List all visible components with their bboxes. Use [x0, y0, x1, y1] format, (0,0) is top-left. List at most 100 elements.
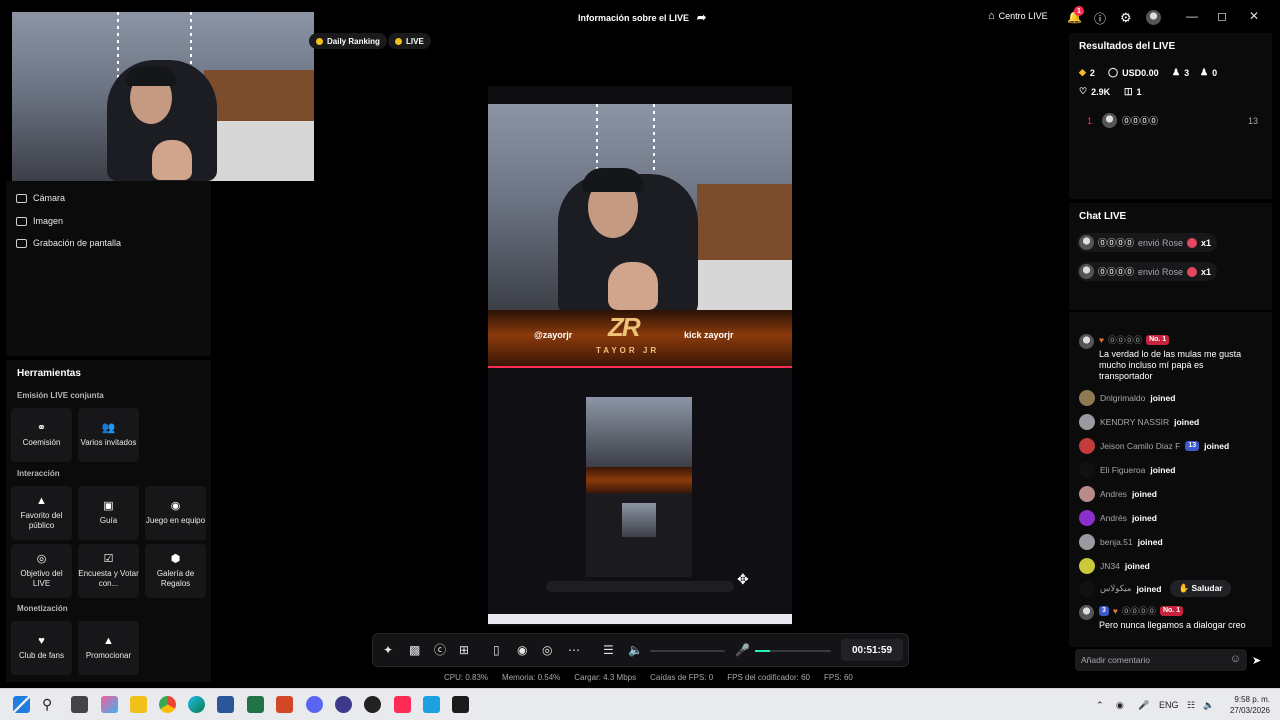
- emoji-icon[interactable]: ☺: [1230, 653, 1241, 665]
- task-view-icon[interactable]: [71, 696, 88, 713]
- epic-games-icon[interactable]: [452, 696, 469, 713]
- comment-placeholder: Añadir comentario: [1081, 655, 1150, 665]
- start-icon[interactable]: [13, 696, 30, 713]
- camera-preview[interactable]: [12, 12, 314, 181]
- copilot-icon[interactable]: [101, 696, 118, 713]
- live-timer: 00:51:59: [841, 639, 903, 661]
- chevron-up-icon[interactable]: ⌃: [1096, 700, 1104, 711]
- audio-mixer-icon[interactable]: ☰: [603, 643, 614, 657]
- page-title: Información sobre el LIVE: [578, 12, 690, 23]
- volume-icon[interactable]: 🔈: [1203, 700, 1214, 711]
- tool-guide[interactable]: ▣ Guía: [78, 486, 139, 540]
- word-icon[interactable]: [217, 696, 234, 713]
- source-screen-recording[interactable]: Grabación de pantalla: [16, 238, 121, 248]
- tool-coemision[interactable]: ⚭ Coemisión: [11, 408, 72, 462]
- gift-message[interactable]: ⓪⓪⓪⓪ envió Rose x1: [1077, 233, 1218, 252]
- tool-fan-club[interactable]: ♥ Club de fans: [11, 621, 72, 675]
- mic-volume-slider[interactable]: [755, 650, 831, 652]
- screenshot-icon[interactable]: ◎: [542, 643, 552, 657]
- phone-icon[interactable]: ▯: [493, 643, 500, 657]
- profile-avatar[interactable]: [1146, 10, 1161, 25]
- record-icon[interactable]: ◉: [517, 643, 527, 657]
- tools-title: Herramientas: [17, 368, 81, 379]
- saludar-button[interactable]: ✋ Saludar: [1170, 580, 1231, 597]
- tool-poll[interactable]: ☑ Encuesta y Votar con...: [78, 544, 139, 598]
- banner-kick: kick zayorjr: [684, 330, 734, 340]
- settings-gear-icon[interactable]: ⚙: [1120, 10, 1132, 26]
- wifi-icon[interactable]: ☷: [1187, 700, 1195, 711]
- app-icon[interactable]: [335, 696, 352, 713]
- help-icon[interactable]: ⓘ: [1094, 10, 1106, 27]
- tray-mic-icon[interactable]: 🎤: [1138, 700, 1149, 711]
- discord-icon[interactable]: [306, 696, 323, 713]
- tiktok-live-icon[interactable]: [394, 696, 411, 713]
- canvas-camera: [488, 104, 792, 310]
- edge-icon[interactable]: [188, 696, 205, 713]
- level-badge: 13: [1185, 441, 1200, 451]
- banner-logo: ZR: [608, 312, 641, 342]
- saludar-label: Saludar: [1191, 583, 1223, 593]
- live-icon: [395, 37, 402, 45]
- tool-live-goal[interactable]: ◎ Objetivo del LIVE: [11, 544, 72, 598]
- kick-label: kick: [684, 330, 702, 340]
- home-icon: ⌂: [988, 10, 995, 22]
- effects-icon[interactable]: ▩: [409, 643, 420, 657]
- gift-message[interactable]: ⓪⓪⓪⓪ envió Rose x1: [1077, 262, 1218, 281]
- banner-instagram: @zayorjr: [534, 330, 573, 340]
- pill-daily-ranking[interactable]: Daily Ranking: [309, 33, 387, 49]
- search-icon[interactable]: ⚲: [42, 696, 59, 713]
- stat-viewers: ♟ 3: [1172, 67, 1189, 78]
- join-user: ميكولاس: [1100, 583, 1132, 593]
- sources-panel: Cámara Imagen Grabación de pantalla: [6, 181, 211, 356]
- file-explorer-icon[interactable]: [130, 696, 147, 713]
- close-icon[interactable]: ✕: [1249, 9, 1259, 23]
- avatar: [1102, 113, 1117, 128]
- chrome-icon[interactable]: [159, 696, 176, 713]
- source-image[interactable]: Imagen: [16, 216, 63, 226]
- rank-badge: No. 1: [1159, 606, 1184, 616]
- pill-live[interactable]: LIVE: [388, 33, 431, 49]
- ai-icon[interactable]: ⓒ: [434, 643, 446, 657]
- share-icon[interactable]: ➦: [697, 11, 706, 24]
- top-gifter-row[interactable]: ⓪⓪⓪⓪: [1102, 113, 1158, 128]
- live-info-title[interactable]: Información sobre el LIVE ➦: [578, 11, 706, 24]
- chat-message: ♥ ⓪⓪⓪⓪ No. 1 La verdad lo de las mulas m…: [1079, 334, 1259, 382]
- speaker-icon[interactable]: 🔈: [628, 643, 643, 657]
- banner-name: TAYOR JR: [596, 346, 660, 355]
- speaker-volume-slider[interactable]: [650, 650, 725, 652]
- tool-label: Favorito del público: [20, 510, 63, 530]
- magic-wand-icon[interactable]: ✦: [383, 643, 393, 657]
- microphone-icon[interactable]: 🎤: [735, 643, 750, 657]
- nested-canvas: [586, 397, 692, 577]
- avatar: [1079, 486, 1095, 502]
- comment-input[interactable]: Añadir comentario ☺: [1075, 649, 1247, 671]
- tool-gift-gallery[interactable]: ⬢ Galería de Regalos: [145, 544, 206, 598]
- system-clock[interactable]: 9:58 p. m. 27/03/2026: [1230, 694, 1270, 716]
- gift-user: ⓪⓪⓪⓪: [1098, 238, 1135, 248]
- powerpoint-icon[interactable]: [276, 696, 293, 713]
- tool-team-game[interactable]: ◉ Juego en equipo: [145, 486, 206, 540]
- tool-multi-guest[interactable]: 👥 Varios invitados: [78, 408, 139, 462]
- language-indicator[interactable]: ENG: [1159, 700, 1179, 710]
- excel-icon[interactable]: [247, 696, 264, 713]
- chat-feed[interactable]: ♥ ⓪⓪⓪⓪ No. 1 La verdad lo de las mulas m…: [1069, 312, 1272, 647]
- more-icon[interactable]: ⋯: [568, 643, 580, 657]
- obs-icon[interactable]: [364, 696, 381, 713]
- source-camera[interactable]: Cámara: [16, 193, 65, 203]
- add-source-icon[interactable]: ⊞: [459, 643, 469, 657]
- maximize-icon[interactable]: ◻: [1217, 9, 1227, 23]
- diamond-icon: ◆: [1079, 67, 1086, 77]
- tool-promote[interactable]: ▲ Promocionar: [78, 621, 139, 675]
- send-icon[interactable]: ➤: [1252, 654, 1261, 667]
- notifications-button[interactable]: 🔔 1: [1067, 6, 1084, 24]
- tool-label: Juego en equipo: [145, 515, 206, 525]
- join-row: Dnlgrimaldo joined: [1079, 390, 1175, 406]
- join-row: ميكولاس joined ✋ Saludar: [1079, 580, 1231, 597]
- tray-app-icon[interactable]: ◉: [1116, 700, 1124, 711]
- avatar: [1079, 438, 1095, 454]
- centro-live-button[interactable]: ⌂ Centro LIVE: [988, 10, 1048, 22]
- minimize-icon[interactable]: —: [1186, 9, 1198, 23]
- stream-canvas[interactable]: @zayorjr ZR TAYOR JR kick zayorjr: [488, 86, 792, 626]
- app-icon[interactable]: [423, 696, 440, 713]
- tool-audience-favorite[interactable]: ▲ Favorito del público: [11, 486, 72, 540]
